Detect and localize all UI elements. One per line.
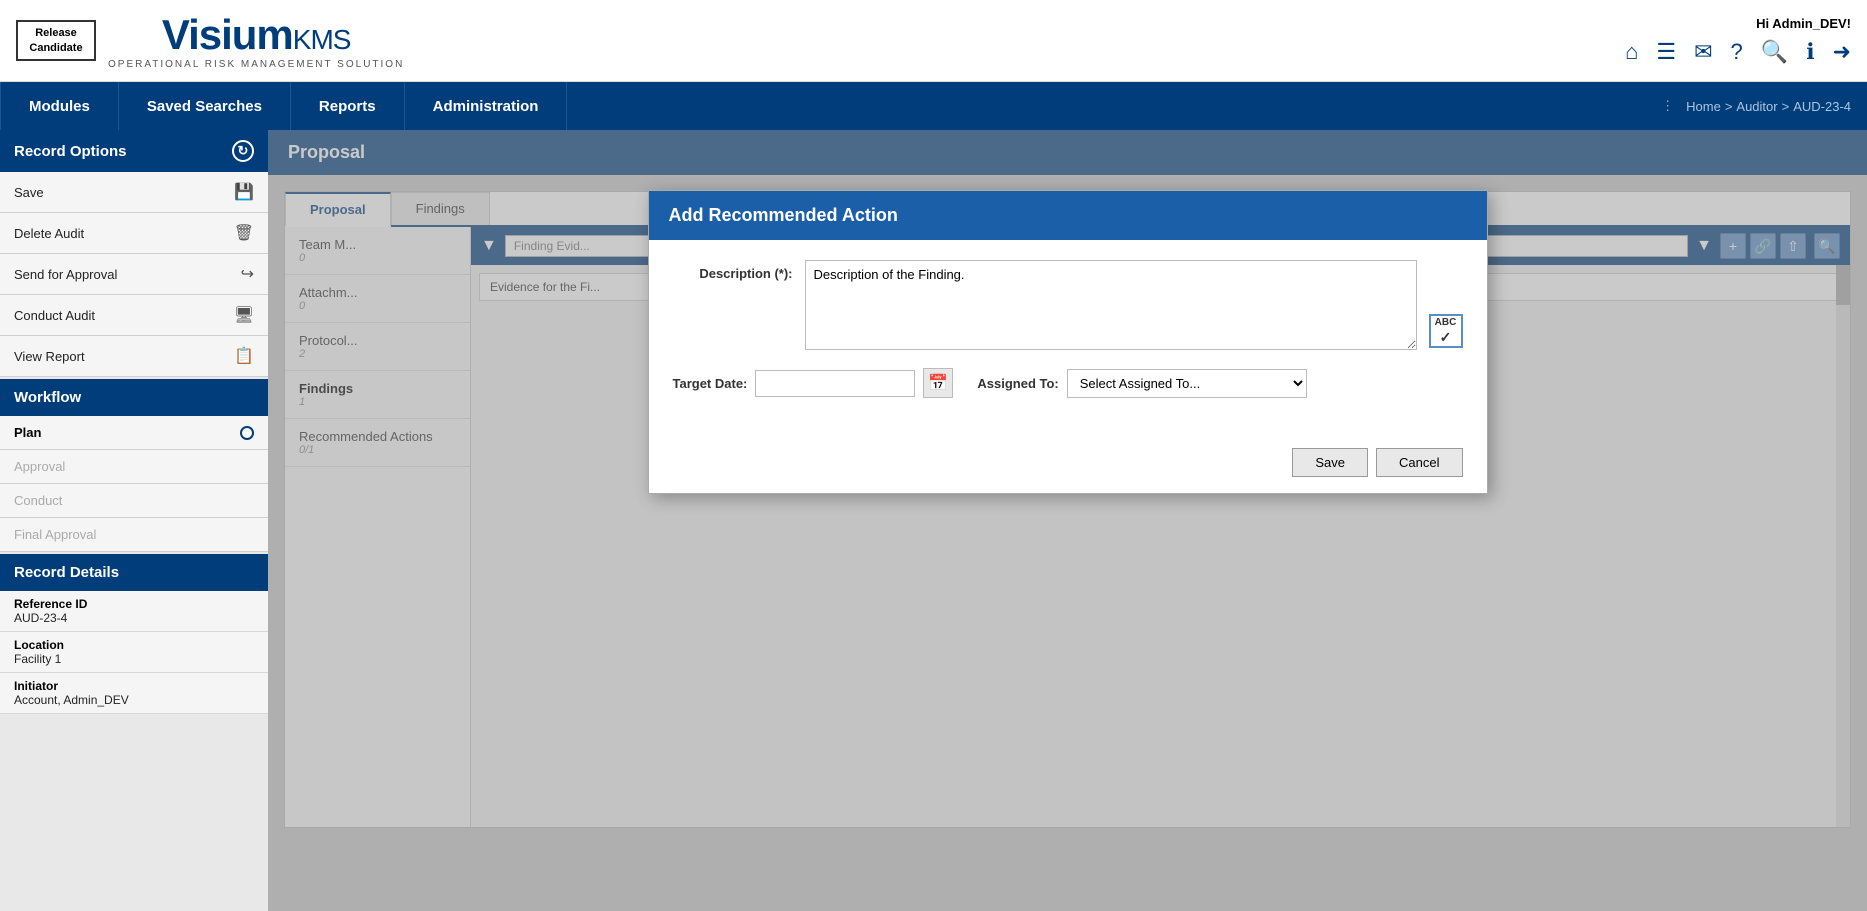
workflow-final-approval[interactable]: Final Approval	[0, 518, 268, 552]
delete-icon: 🗑	[234, 223, 254, 243]
modal-footer: Save Cancel	[649, 436, 1487, 493]
sidebar: Record Options ↻ Save 💾 Delete Audit 🗑 S…	[0, 130, 268, 911]
nav-reports[interactable]: Reports	[291, 82, 405, 130]
record-options-header: Record Options ↻	[0, 130, 268, 172]
workflow-plan-icon	[240, 426, 254, 440]
home-icon[interactable]: ⌂	[1625, 39, 1638, 65]
assigned-to-select[interactable]: Select Assigned To...	[1067, 369, 1307, 398]
target-date-group: Target Date: 📅	[673, 368, 954, 398]
assigned-to-group: Assigned To: Select Assigned To...	[977, 369, 1306, 398]
breadcrumb-home[interactable]: Home	[1686, 99, 1721, 114]
modal-body: Description (*): ABC✓ Target Date: 📅	[649, 240, 1487, 436]
sidebar-view-report[interactable]: View Report 📋	[0, 336, 268, 377]
nav-modules[interactable]: Modules	[0, 82, 119, 130]
header-icons: ⌂ ☰ ✉ ? 🔍 ℹ ➜	[1625, 39, 1851, 65]
user-greeting: Hi Admin_DEV!	[1756, 16, 1851, 31]
nav-saved-searches[interactable]: Saved Searches	[119, 82, 291, 130]
logout-icon[interactable]: ➜	[1833, 39, 1851, 65]
sidebar-delete-audit[interactable]: Delete Audit 🗑	[0, 213, 268, 254]
report-icon: 📋	[234, 346, 254, 366]
logo-area: Release Candidate VisiumKMS OPERATIONAL …	[16, 11, 404, 70]
mail-icon[interactable]: ✉	[1694, 39, 1712, 65]
workflow-conduct[interactable]: Conduct	[0, 484, 268, 518]
search-icon[interactable]: 🔍	[1761, 39, 1788, 65]
modal: Add Recommended Action Description (*): …	[648, 190, 1488, 494]
info-icon[interactable]: ℹ	[1806, 39, 1814, 65]
target-date-label: Target Date:	[673, 376, 748, 391]
release-badge: Release Candidate	[16, 20, 96, 61]
send-icon: ↪	[241, 264, 254, 284]
header-right: Hi Admin_DEV! ⌂ ☰ ✉ ? 🔍 ℹ ➜	[1625, 16, 1851, 65]
breadcrumb: ⋮ Home > Auditor > AUD-23-4	[1661, 98, 1867, 114]
modal-header: Add Recommended Action	[649, 191, 1487, 240]
breadcrumb-sep1: >	[1725, 99, 1733, 114]
nav-dots: ⋮	[1661, 98, 1674, 114]
assigned-to-label: Assigned To:	[977, 376, 1058, 391]
modal-overlay: Add Recommended Action Description (*): …	[268, 130, 1867, 911]
record-options-title: Record Options	[14, 143, 127, 160]
logo-visium: Visium	[162, 11, 293, 58]
modal-save-button[interactable]: Save	[1292, 448, 1368, 477]
spell-check-btn[interactable]: ABC✓	[1429, 314, 1463, 348]
logo-kms: KMS	[293, 24, 351, 55]
modal-date-assigned-row: Target Date: 📅 Assigned To: Select Assig…	[673, 368, 1463, 398]
record-details-header: Record Details	[0, 554, 268, 591]
workflow-approval[interactable]: Approval	[0, 450, 268, 484]
workflow-header: Workflow	[0, 379, 268, 416]
logo: VisiumKMS OPERATIONAL RISK MANAGEMENT SO…	[108, 11, 404, 70]
modal-description-row: Description (*): ABC✓	[673, 260, 1463, 350]
main-layout: Record Options ↻ Save 💾 Delete Audit 🗑 S…	[0, 130, 1867, 911]
modal-cancel-button[interactable]: Cancel	[1376, 448, 1462, 477]
menu-icon[interactable]: ☰	[1656, 39, 1676, 65]
content-area: Proposal Proposal Findings Team M... 0	[268, 130, 1867, 911]
sidebar-save[interactable]: Save 💾	[0, 172, 268, 213]
record-options-toggle[interactable]: ↻	[232, 140, 254, 162]
workflow-plan[interactable]: Plan	[0, 416, 268, 450]
nav-administration[interactable]: Administration	[405, 82, 568, 130]
logo-tagline: OPERATIONAL RISK MANAGEMENT SOLUTION	[108, 59, 404, 70]
breadcrumb-record[interactable]: AUD-23-4	[1793, 99, 1851, 114]
top-header: Release Candidate VisiumKMS OPERATIONAL …	[0, 0, 1867, 82]
record-reference-id: Reference ID AUD-23-4	[0, 591, 268, 632]
conduct-icon: 🖥	[234, 305, 254, 325]
description-label: Description (*):	[673, 260, 793, 281]
save-icon: 💾	[234, 182, 254, 202]
target-date-input[interactable]	[755, 370, 915, 397]
record-location: Location Facility 1	[0, 632, 268, 673]
breadcrumb-sep2: >	[1782, 99, 1790, 114]
help-icon[interactable]: ?	[1731, 39, 1743, 65]
sidebar-send-approval[interactable]: Send for Approval ↪	[0, 254, 268, 295]
breadcrumb-auditor[interactable]: Auditor	[1736, 99, 1777, 114]
description-textarea[interactable]	[805, 260, 1417, 350]
calendar-btn[interactable]: 📅	[923, 368, 953, 398]
record-initiator: Initiator Account, Admin_DEV	[0, 673, 268, 714]
nav-bar: Modules Saved Searches Reports Administr…	[0, 82, 1867, 130]
sidebar-conduct-audit[interactable]: Conduct Audit 🖥	[0, 295, 268, 336]
